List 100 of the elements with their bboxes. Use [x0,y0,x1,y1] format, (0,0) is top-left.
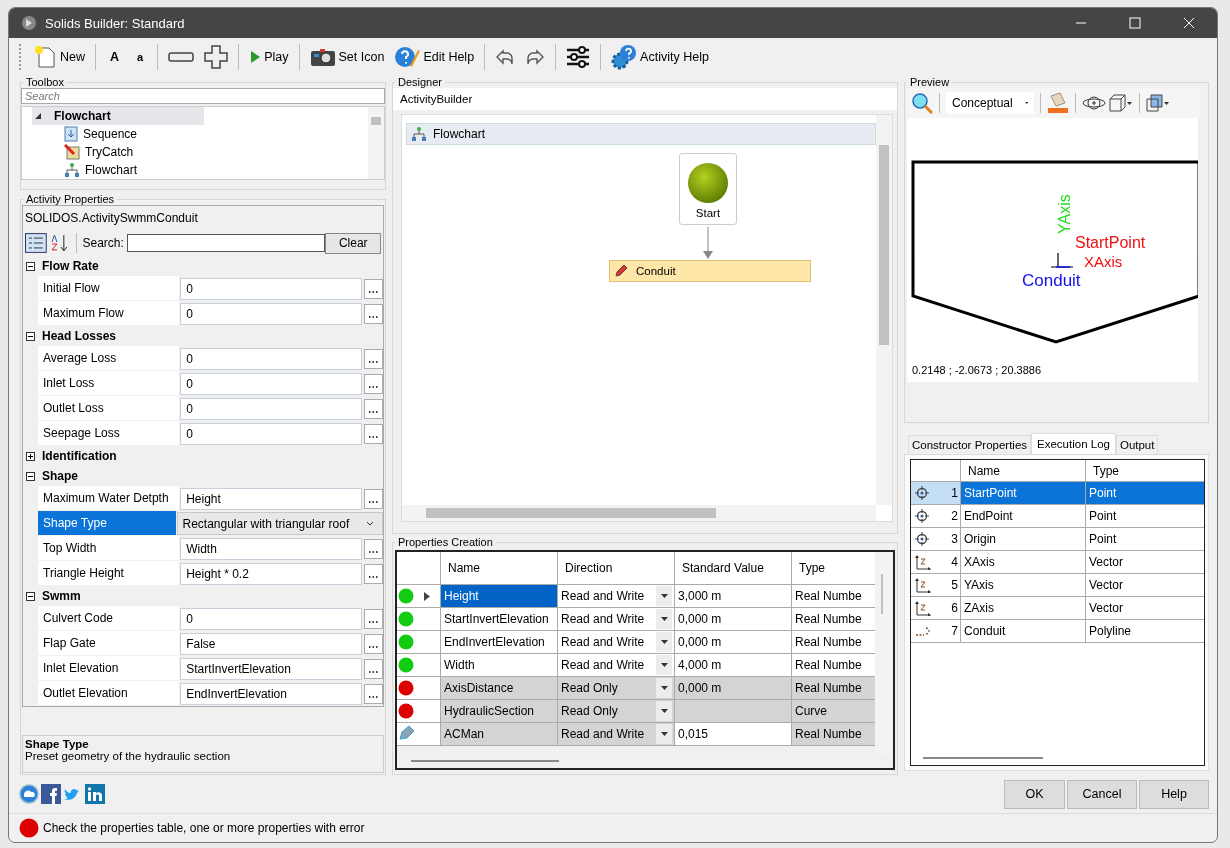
property-label[interactable]: Seepage Loss [38,421,180,446]
property-value[interactable]: False [180,632,363,655]
column-header[interactable]: Type [792,552,875,584]
direction-dropdown[interactable]: Read and Write [558,585,675,607]
property-value[interactable]: Height * 0.2 [180,562,363,585]
ellipsis-button[interactable] [364,373,383,394]
tab[interactable]: Execution Log [1031,433,1116,454]
property-value[interactable]: StartInvertElevation [180,657,363,680]
dropdown[interactable]: Rectangular with triangular roof [176,512,383,535]
property-label[interactable]: Top Width [38,536,180,561]
column-header[interactable]: Name [441,552,558,584]
column-header[interactable]: Type [1086,460,1204,481]
property-label[interactable]: Maximum Flow [38,301,180,326]
ellipsis-button[interactable] [364,608,383,629]
ellipsis-button[interactable] [364,658,383,679]
ellipsis-button[interactable] [364,488,383,509]
dialog-button[interactable]: Help [1139,779,1209,809]
tree-item[interactable]: TryCatch [32,143,368,161]
tree-item[interactable]: Sequence [32,125,368,143]
collapse-icon[interactable] [26,591,35,601]
direction-dropdown[interactable]: Read Only [558,700,675,722]
table-cell[interactable]: ZAxis [961,597,1086,619]
tree-item[interactable]: Flowchart [32,161,368,179]
scrollbar[interactable] [876,115,892,505]
property-value[interactable]: 0 [180,607,363,630]
property-value[interactable]: 0 [180,347,363,370]
property-label[interactable]: Inlet Elevation [38,656,180,681]
property-label[interactable]: Culvert Code [38,606,180,631]
expander-icon[interactable] [34,112,42,120]
ellipsis-button[interactable] [364,538,383,559]
property-value[interactable]: Height [180,487,363,510]
property-value[interactable]: Width [180,537,363,560]
render-mode-dropdown[interactable]: Conceptual [946,92,1034,114]
3d-viewport[interactable]: YAxis StartPoint XAxis Conduit 0.2148 ; -2.0673 ; 20.3886 [907,118,1198,382]
ellipsis-button[interactable] [364,303,383,324]
property-label[interactable]: Initial Flow [38,276,180,301]
column-header[interactable]: Direction [558,552,675,584]
cloud-logo-icon[interactable] [19,784,39,804]
close-icon[interactable] [1183,17,1195,29]
ellipsis-button[interactable] [364,398,383,419]
direction-dropdown[interactable]: Read and Write [558,608,675,630]
sort-alpha-icon[interactable] [49,233,70,253]
collapse-icon[interactable] [26,331,35,341]
start-node[interactable]: Start [679,153,737,225]
table-cell[interactable]: Origin [961,528,1086,550]
property-value[interactable]: 0 [180,277,363,300]
tab[interactable]: Output [1115,435,1159,454]
table-cell[interactable]: StartPoint [961,482,1086,504]
ellipsis-button[interactable] [364,348,383,369]
facebook-icon[interactable] [41,784,61,804]
direction-dropdown[interactable]: Read Only [558,677,675,699]
toolbar-button[interactable]: Play [245,48,293,66]
property-value[interactable]: 0 [180,302,363,325]
linkedin-icon[interactable] [85,784,105,804]
property-label[interactable]: Inlet Loss [38,371,180,396]
tree-item[interactable]: Flowchart [32,107,204,125]
toolbar-button[interactable]: New [29,43,89,71]
property-label[interactable]: Maximum Water Detpth [38,486,180,511]
toolbar-button[interactable]: Set Icon [305,45,389,69]
expand-icon[interactable] [26,451,35,461]
collapse-icon[interactable] [26,471,35,481]
property-label[interactable]: Average Loss [38,346,180,371]
paint-bucket-icon[interactable] [1047,92,1069,114]
toolbar-button[interactable]: A [102,48,128,66]
property-label[interactable]: Triangle Height [38,561,180,586]
direction-dropdown[interactable]: Read and Write [558,631,675,653]
ellipsis-button[interactable] [364,423,383,444]
property-value[interactable]: 0 [180,397,363,420]
activity-node[interactable]: Conduit [609,260,811,282]
dialog-button[interactable]: Cancel [1067,779,1137,809]
table-cell[interactable]: YAxis [961,574,1086,596]
search-field[interactable] [126,234,326,252]
view-cube-icon[interactable] [1146,94,1170,112]
property-label[interactable]: Flap Gate [38,631,180,656]
table-cell[interactable]: EndPoint [961,505,1086,527]
toolbar-button[interactable]: Activity Help [607,42,713,72]
ellipsis-button[interactable] [364,563,383,584]
search-field[interactable]: Search [21,88,385,104]
property-label[interactable]: Outlet Elevation [38,681,180,706]
breadcrumb[interactable]: ActivityBuilder [393,88,897,110]
ellipsis-button[interactable] [364,278,383,299]
scrollbar[interactable] [402,505,876,521]
table-cell[interactable]: Conduit [961,620,1086,642]
property-value[interactable]: 0 [180,422,363,445]
cube-icon[interactable] [1109,94,1133,112]
direction-dropdown[interactable]: Read and Write [558,654,675,676]
categorized-icon[interactable] [25,233,47,253]
direction-dropdown[interactable]: Read and Write [558,723,675,745]
property-value[interactable]: EndInvertElevation [180,682,363,705]
property-label[interactable]: Outlet Loss [38,396,180,421]
scrollbar[interactable] [368,107,384,179]
collapse-icon[interactable] [26,261,35,271]
toolbar-button[interactable]: a [129,49,152,65]
search-icon[interactable] [911,92,933,114]
clear-button[interactable]: Clear [325,232,381,254]
tab[interactable]: Constructor Properties [908,435,1032,454]
toolbar-button[interactable]: Edit Help [390,42,479,72]
ellipsis-button[interactable] [364,633,383,654]
ellipsis-button[interactable] [364,683,383,704]
column-header[interactable]: Name [961,460,1086,481]
